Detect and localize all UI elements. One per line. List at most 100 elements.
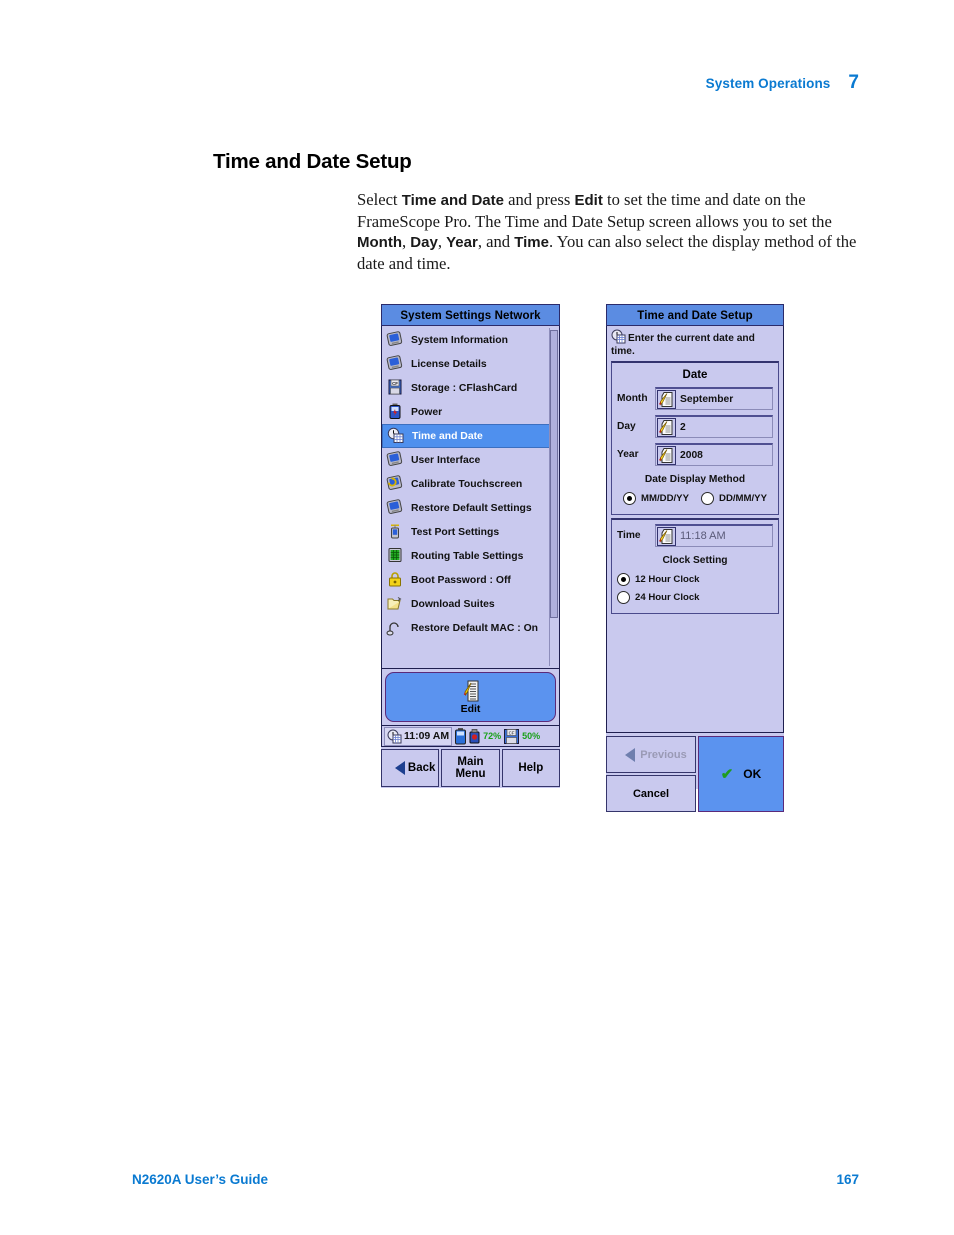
- scrollbar-thumb[interactable]: [550, 330, 558, 618]
- device-icon: [386, 355, 406, 373]
- clock-calendar-icon: [387, 427, 407, 445]
- clock-setting-option[interactable]: 24 Hour Clock: [617, 591, 700, 604]
- settings-list-item-label: License Details: [411, 358, 487, 370]
- edit-button-area: Edit: [381, 669, 560, 726]
- page-footer: N2620A User’s Guide 167: [132, 1172, 859, 1187]
- settings-list-item[interactable]: Routing Table Settings: [382, 544, 559, 568]
- body-bold-time-and-date: Time and Date: [401, 192, 504, 209]
- test-port-icon: [386, 523, 406, 541]
- cancel-button-label: Cancel: [632, 787, 670, 800]
- settings-list-item[interactable]: CF Storage : CFlashCard: [382, 376, 559, 400]
- date-display-method-title: Date Display Method: [644, 474, 746, 485]
- storage-floppy-icon: CF: [504, 728, 520, 744]
- radio-dot-icon[interactable]: [617, 591, 630, 604]
- clock-setting-option[interactable]: 12 Hour Clock: [617, 573, 700, 586]
- settings-list-item-label: Boot Password : Off: [411, 574, 511, 586]
- settings-list-item[interactable]: System Information: [382, 328, 559, 352]
- body-text-1: Select: [357, 190, 402, 209]
- radio-label: 12 Hour Clock: [635, 574, 700, 585]
- edit-button[interactable]: Edit: [385, 672, 556, 722]
- body-text-6: , and: [477, 232, 515, 252]
- left-screen-titlebar: System Settings Network: [381, 304, 560, 326]
- help-button[interactable]: Help: [501, 749, 560, 787]
- date-field-label: Month: [617, 393, 648, 404]
- date-field-label: Year: [617, 449, 639, 460]
- settings-list-item[interactable]: License Details: [382, 352, 559, 376]
- settings-list-item-label: Download Suites: [411, 598, 495, 610]
- clock-calendar-icon: [387, 729, 402, 744]
- edit-note-icon[interactable]: [657, 417, 676, 437]
- settings-list-item[interactable]: Download Suites: [382, 592, 559, 616]
- date-field[interactable]: 2008: [655, 443, 773, 466]
- radio-dot-icon[interactable]: [701, 492, 715, 505]
- touchscreen-icon: [386, 475, 406, 493]
- list-scrollbar[interactable]: [549, 328, 558, 666]
- settings-list-item[interactable]: User Interface: [382, 448, 559, 472]
- body-bold-time: Time: [514, 234, 549, 252]
- ok-button-label: OK: [743, 767, 762, 781]
- settings-list-item[interactable]: Time and Date: [382, 424, 550, 448]
- settings-list-item-label: Power: [411, 406, 443, 418]
- running-head-chapter-number: 7: [848, 72, 859, 93]
- previous-button[interactable]: Previous: [606, 736, 696, 773]
- date-format-option[interactable]: DD/MM/YY: [701, 492, 767, 505]
- settings-list-item[interactable]: Boot Password : Off: [382, 568, 559, 592]
- settings-list-item[interactable]: Test Port Settings: [382, 520, 559, 544]
- radio-label: 24 Hour Clock: [635, 592, 700, 603]
- edit-note-icon[interactable]: [657, 389, 676, 409]
- radio-dot-icon[interactable]: [623, 492, 637, 505]
- settings-list-item-label: Restore Default MAC : On: [411, 622, 539, 634]
- cf-card-icon: CF: [386, 379, 406, 397]
- edit-note-icon[interactable]: [657, 445, 676, 465]
- clock-setting-title: Clock Setting: [662, 555, 728, 566]
- settings-list-item[interactable]: Power: [382, 400, 559, 424]
- radio-dot-icon[interactable]: [617, 573, 630, 586]
- date-field[interactable]: 2: [655, 415, 773, 438]
- date-group: Date Month September Day 2 Year 2008 Date …: [611, 361, 779, 515]
- body-text-5: ,: [437, 232, 447, 252]
- settings-list-item-label: Storage : CFlashCard: [411, 382, 518, 394]
- clock-option-row: 24 Hour Clock: [617, 591, 773, 604]
- settings-list-item-label: Time and Date: [412, 430, 483, 442]
- settings-list-item[interactable]: Restore Default MAC : On: [382, 616, 559, 640]
- settings-list-item-label: User Interface: [411, 454, 481, 466]
- time-field-row: Time 11:18 AM: [617, 524, 773, 547]
- edit-note-icon: [463, 680, 479, 702]
- nav-button-bar: Back Main Menu Help: [381, 749, 560, 787]
- radio-label: MM/DD/YY: [641, 493, 689, 504]
- date-field[interactable]: September: [655, 387, 773, 410]
- settings-list[interactable]: System Information License Details CF St…: [381, 326, 560, 669]
- right-screen-titlebar: Time and Date Setup: [606, 304, 784, 326]
- date-field-value: 2: [680, 421, 686, 433]
- help-button-label: Help: [518, 761, 544, 774]
- edit-button-label: Edit: [460, 702, 481, 715]
- check-icon: ✔: [720, 766, 734, 783]
- ok-button[interactable]: ✔ OK: [698, 736, 784, 812]
- date-field-row: Day 2: [617, 415, 773, 438]
- cancel-button[interactable]: Cancel: [606, 775, 696, 812]
- main-menu-button[interactable]: Main Menu: [441, 749, 500, 787]
- footer-guide-name: N2620A User’s Guide: [132, 1172, 269, 1187]
- date-format-option[interactable]: MM/DD/YY: [623, 492, 689, 505]
- settings-list-item-label: Routing Table Settings: [411, 550, 524, 562]
- date-format-radio-group[interactable]: MM/DD/YY DD/MM/YY: [617, 492, 773, 505]
- date-field-row: Year 2008: [617, 443, 773, 466]
- time-group: Time 11:18 AM Clock Setting 12 Hour Cloc…: [611, 518, 779, 614]
- edit-note-icon[interactable]: [657, 526, 676, 546]
- clock-option-row: 12 Hour Clock: [617, 573, 773, 586]
- body-bold-year: Year: [446, 234, 478, 252]
- time-date-form: Enter the current date and time. Date Mo…: [606, 326, 784, 733]
- storage-percent: 50%: [522, 731, 541, 741]
- status-bar: 11:09 AM 72% CF 50%: [381, 726, 560, 747]
- main-menu-label-line1: Main: [457, 755, 484, 768]
- time-field[interactable]: 11:18 AM: [655, 524, 773, 547]
- clock-setting-radio-group[interactable]: 12 Hour Clock 24 Hour Clock: [617, 573, 773, 604]
- radio-label: DD/MM/YY: [719, 493, 767, 504]
- back-button-label: Back: [407, 761, 436, 774]
- back-button[interactable]: Back: [381, 749, 440, 787]
- body-bold-day: Day: [410, 234, 438, 252]
- settings-list-item[interactable]: Calibrate Touchscreen: [382, 472, 559, 496]
- footer-page-number: 167: [836, 1172, 859, 1187]
- settings-list-item[interactable]: Restore Default Settings: [382, 496, 559, 520]
- svg-text:CF: CF: [392, 381, 398, 386]
